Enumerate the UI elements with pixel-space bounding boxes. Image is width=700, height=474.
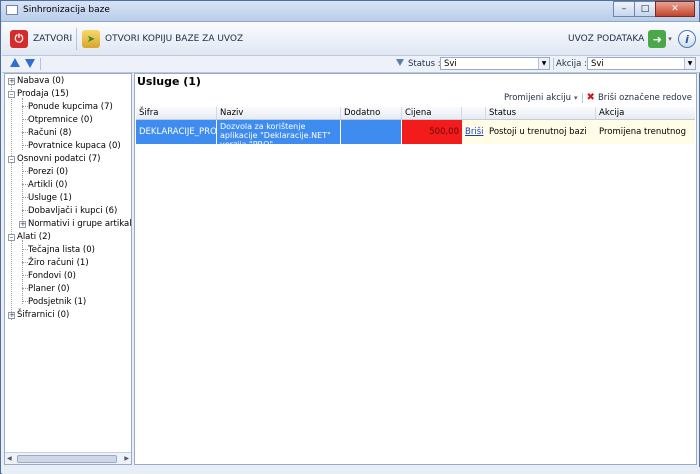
power-icon: ⏻ (10, 30, 28, 48)
column-header-sifra[interactable]: Šifra (136, 107, 217, 119)
column-header-status[interactable]: Status (486, 107, 596, 119)
info-icon: i (678, 30, 696, 48)
app-window: Sinhronizacija baze – □ ✕ ⏻ ZATVORI ➤ OT… (0, 0, 700, 474)
expand-icon[interactable]: + (8, 78, 15, 85)
tree-item-racuni[interactable]: Računi (8) (28, 127, 71, 139)
change-action-button[interactable]: Promijeni akciju (504, 93, 571, 103)
close-button[interactable]: ⏻ ZATVORI (10, 28, 72, 50)
status-filter-label: Status : (408, 59, 441, 69)
cell-cijena[interactable]: 500,00 (402, 120, 462, 144)
toolbar: ⏻ ZATVORI ➤ OTVORI KOPIJU BAZE ZA UVOZ U… (2, 22, 700, 56)
expand-icon[interactable]: + (8, 312, 15, 319)
tree-item-tecajna-lista[interactable]: Tečajna lista (0) (28, 244, 95, 256)
tree-item-prodaja[interactable]: Prodaja (15) (17, 88, 69, 100)
arrow-down-icon[interactable] (25, 59, 35, 68)
akcija-filter-select[interactable]: Svi ▼ (587, 57, 696, 70)
dropdown-arrow-icon[interactable]: ▾ (668, 35, 672, 43)
delete-row-link[interactable]: Briši (462, 120, 486, 144)
tree-item-alati[interactable]: Alati (2) (17, 231, 51, 243)
expand-icon[interactable]: + (19, 221, 26, 228)
collapse-icon[interactable]: – (8, 91, 15, 98)
akcija-filter-label: Akcija : (556, 59, 587, 69)
tree-item-povratnice-kupaca[interactable]: Povratnice kupaca (0) (28, 140, 121, 152)
category-tree: + Nabava (0) – Prodaja (15) Ponude kupci… (4, 73, 132, 465)
cell-sifra[interactable]: DEKLARACIJE_PRO (136, 120, 217, 144)
import-data-button[interactable]: UVOZ PODATAKA ➜ ▾ (568, 28, 672, 50)
minimize-button[interactable]: – (613, 1, 635, 17)
dropdown-arrow-icon[interactable]: ▾ (574, 94, 578, 102)
main-panel: Usluge (1) Promijeni akciju ▾ ✖ Briši oz… (134, 73, 697, 465)
tree-item-podsjetnik[interactable]: Podsjetnik (1) (28, 296, 86, 308)
cell-status[interactable]: Postoji u trenutnoj bazi (486, 120, 596, 144)
column-header-cijena[interactable]: Cijena (402, 107, 462, 119)
delete-selected-button[interactable]: Briši označene redove (598, 93, 692, 103)
filter-bar: Status : Svi ▼ Akcija : Svi ▼ (2, 56, 700, 73)
info-button[interactable]: i (678, 28, 700, 50)
column-header-dodatno[interactable]: Dodatno (341, 107, 402, 119)
collapse-icon[interactable]: – (8, 156, 15, 163)
tree-item-porezi[interactable]: Porezi (0) (28, 166, 68, 178)
tree-item-osnovni-podatci[interactable]: Osnovni podatci (7) (17, 153, 101, 165)
page-title: Usluge (1) (137, 75, 201, 88)
tree-item-ziro-racuni[interactable]: Žiro računi (1) (28, 257, 89, 269)
tree-item-usluge[interactable]: Usluge (1) (28, 192, 72, 204)
status-bar (2, 467, 700, 474)
tree-item-dobavljaci-i-kupci[interactable]: Dobavljači i kupci (6) (28, 205, 117, 217)
column-header-naziv[interactable]: Naziv (217, 107, 341, 119)
status-filter-select[interactable]: Svi ▼ (440, 57, 550, 70)
collapse-icon[interactable]: – (8, 234, 15, 241)
tree-item-planer[interactable]: Planer (0) (28, 283, 70, 295)
chevron-down-icon: ▼ (684, 58, 695, 69)
tree-item-artikli[interactable]: Artikli (0) (28, 179, 67, 191)
open-copy-button[interactable]: ➤ OTVORI KOPIJU BAZE ZA UVOZ (82, 28, 243, 50)
chevron-down-icon: ▼ (538, 58, 549, 69)
maximize-button[interactable]: □ (634, 1, 656, 17)
tree-item-normativi[interactable]: Normativi i grupe artikala (0) (28, 218, 131, 230)
filter-icon (396, 59, 404, 66)
scroll-left-icon[interactable]: ◀ (7, 455, 12, 462)
tree-item-ponude-kupcima[interactable]: Ponude kupcima (7) (28, 101, 113, 113)
scroll-right-icon[interactable]: ▶ (124, 455, 129, 462)
folder-open-icon: ➤ (82, 30, 100, 48)
column-header-akcija[interactable]: Akcija (596, 107, 695, 119)
cell-naziv[interactable]: Dozvola za korištenje aplikacije "Deklar… (217, 120, 341, 144)
window-title: Sinhronizacija baze (23, 5, 110, 15)
table-row[interactable]: DEKLARACIJE_PRO Dozvola za korištenje ap… (136, 120, 695, 144)
cell-akcija[interactable]: Promijena trenutnog (596, 120, 695, 144)
tree-horizontal-scrollbar[interactable]: ◀ ▶ (5, 452, 131, 464)
cell-dodatno[interactable] (341, 120, 402, 144)
tree-item-fondovi[interactable]: Fondovi (0) (28, 270, 76, 282)
arrow-up-icon[interactable] (10, 58, 20, 67)
tree-item-nabava[interactable]: Nabava (0) (17, 75, 64, 87)
title-bar: Sinhronizacija baze – □ ✕ (1, 1, 699, 22)
column-header-blank[interactable] (462, 107, 486, 119)
import-arrow-icon: ➜ (648, 30, 667, 48)
delete-icon: ✖ (586, 92, 595, 103)
app-icon (6, 5, 18, 15)
grid-header: Šifra Naziv Dodatno Cijena Status Akcija (136, 107, 695, 120)
scroll-thumb[interactable] (17, 455, 117, 463)
tree-item-sifrarnici[interactable]: Šifrarnici (0) (17, 309, 69, 321)
close-window-button[interactable]: ✕ (655, 1, 695, 17)
tree-item-otpremnice[interactable]: Otpremnice (0) (28, 114, 93, 126)
